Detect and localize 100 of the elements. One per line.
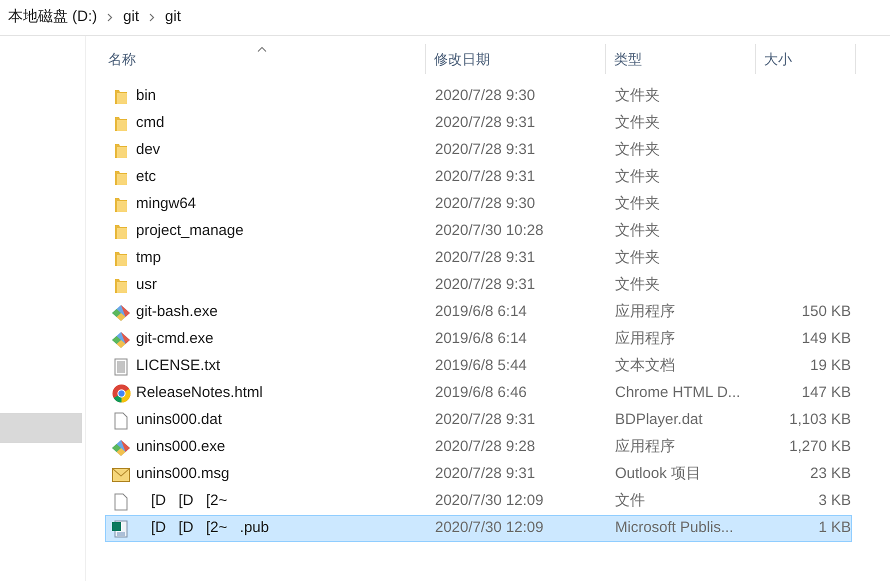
type-text: 文本文档 bbox=[615, 357, 675, 374]
file-row[interactable]: etc 2020/7/28 9:31 文件夹 bbox=[105, 164, 852, 191]
date-text: 2019/6/8 5:44 bbox=[435, 357, 527, 374]
file-name: project_manage bbox=[136, 221, 244, 242]
diamond-icon bbox=[111, 438, 131, 456]
file-row[interactable]: git-bash.exe 2019/6/8 6:14 应用程序 150 KB bbox=[105, 299, 852, 326]
size-text: 149 KB bbox=[802, 330, 851, 348]
date-text: 2019/6/8 6:14 bbox=[435, 330, 527, 348]
type-text: 文件夹 bbox=[615, 222, 660, 240]
type-text: 文件 bbox=[615, 492, 645, 510]
type-text: 应用程序 bbox=[615, 438, 675, 456]
file-name: unins000.msg bbox=[136, 464, 230, 484]
date-text: 2020/7/28 9:31 bbox=[435, 249, 536, 266]
sort-caret-icon bbox=[257, 46, 267, 52]
type-text: Microsoft Publis... bbox=[615, 519, 734, 536]
type-text: 文件夹 bbox=[615, 114, 660, 132]
date-text: 2020/7/28 9:31 bbox=[435, 168, 536, 186]
date-text: 2019/6/8 6:46 bbox=[435, 384, 527, 402]
file-icon bbox=[114, 412, 128, 430]
size-text: 147 KB bbox=[802, 384, 851, 402]
size-text: 3 KB bbox=[818, 492, 851, 510]
file-name: LICENSE.txt bbox=[136, 356, 220, 376]
file-name: bin bbox=[136, 86, 156, 106]
date-text: 2020/7/28 9:30 bbox=[435, 195, 536, 212]
type-text: BDPlayer.dat bbox=[615, 411, 703, 428]
file-row[interactable]: cmd 2020/7/28 9:31 文件夹 bbox=[105, 110, 852, 137]
diamond-icon bbox=[111, 304, 131, 322]
file-row[interactable]: [D [D [2~ .pub 2020/7/30 12:09 Microsoft Publis... 1 KB bbox=[105, 515, 852, 542]
type-text: Chrome HTML D... bbox=[615, 384, 740, 402]
size-text: 1,270 KB bbox=[789, 438, 851, 456]
file-row[interactable]: [D [D [2~ 2020/7/30 12:09 文件 3 KB bbox=[105, 488, 852, 515]
size-text: 1,103 KB bbox=[789, 411, 851, 428]
file-row[interactable]: bin 2020/7/28 9:30 文件夹 bbox=[105, 83, 852, 110]
file-row[interactable]: LICENSE.txt 2019/6/8 5:44 文本文档 19 KB bbox=[105, 353, 852, 380]
size-text: 23 KB bbox=[810, 465, 851, 482]
file-row[interactable]: git-cmd.exe 2019/6/8 6:14 应用程序 149 KB bbox=[105, 326, 852, 353]
date-text: 2020/7/28 9:28 bbox=[435, 438, 536, 456]
type-text: 文件夹 bbox=[615, 141, 660, 158]
folder-icon bbox=[114, 142, 128, 158]
file-row[interactable]: unins000.dat 2020/7/28 9:31 BDPlayer.dat 1,103 KB bbox=[105, 407, 852, 434]
breadcrumb-item[interactable]: git bbox=[123, 6, 140, 29]
type-text: 应用程序 bbox=[615, 330, 675, 348]
type-text: 文件夹 bbox=[615, 195, 660, 212]
size-text: 19 KB bbox=[810, 357, 851, 374]
file-name: etc bbox=[136, 167, 156, 188]
file-name: [D [D [2~ .pub bbox=[150, 518, 269, 538]
file-row[interactable]: project_manage 2020/7/30 10:28 文件夹 bbox=[105, 218, 852, 245]
date-text: 2020/7/30 12:09 bbox=[435, 492, 544, 510]
date-text: 2020/7/30 10:28 bbox=[435, 222, 544, 240]
column-header[interactable]: 修改日期 bbox=[426, 44, 606, 74]
file-row[interactable]: mingw64 2020/7/28 9:30 文件夹 bbox=[105, 191, 852, 218]
file-name: git-cmd.exe bbox=[136, 329, 214, 350]
date-text: 2020/7/28 9:31 bbox=[435, 141, 536, 158]
size-text: 1 KB bbox=[818, 519, 851, 536]
type-text: 文件夹 bbox=[615, 276, 660, 294]
breadcrumb-item[interactable]: git bbox=[165, 6, 181, 29]
file-row[interactable]: usr 2020/7/28 9:31 文件夹 bbox=[105, 272, 852, 299]
file-name: unins000.dat bbox=[136, 410, 222, 430]
envelope-icon bbox=[112, 468, 130, 482]
date-text: 2019/6/8 6:14 bbox=[435, 303, 527, 320]
file-row[interactable]: unins000.exe 2020/7/28 9:28 应用程序 1,270 KB bbox=[105, 434, 852, 461]
file-row[interactable]: tmp 2020/7/28 9:31 文件夹 bbox=[105, 245, 852, 272]
file-name: mingw64 bbox=[136, 194, 196, 214]
folder-icon bbox=[114, 278, 128, 294]
type-text: 文件夹 bbox=[615, 168, 660, 186]
file-name: cmd bbox=[136, 113, 164, 134]
column-header[interactable]: 类型 bbox=[606, 44, 756, 74]
nav-item-highlight[interactable] bbox=[0, 413, 82, 443]
file-name: dev bbox=[136, 140, 160, 160]
date-text: 2020/7/28 9:31 bbox=[435, 276, 536, 294]
file-row[interactable]: dev 2020/7/28 9:31 文件夹 bbox=[105, 137, 852, 164]
chevron-icon bbox=[149, 13, 156, 22]
type-text: 文件夹 bbox=[615, 249, 660, 266]
date-text: 2020/7/28 9:31 bbox=[435, 411, 536, 428]
chevron-icon bbox=[107, 13, 114, 22]
chrome-icon bbox=[112, 384, 130, 403]
date-text: 2020/7/28 9:30 bbox=[435, 87, 536, 104]
breadcrumb-item[interactable]: 本地磁盘 (D:) bbox=[8, 6, 98, 29]
file-row[interactable]: ReleaseNotes.html 2019/6/8 6:46 Chrome HTML D... 147 KB bbox=[105, 380, 852, 407]
file-icon bbox=[114, 492, 128, 510]
type-text: Outlook 项目 bbox=[615, 465, 701, 482]
folder-icon bbox=[114, 224, 128, 240]
date-text: 2020/7/30 12:09 bbox=[435, 519, 544, 536]
size-text: 150 KB bbox=[802, 303, 851, 320]
text-file-icon bbox=[114, 358, 128, 376]
folder-icon bbox=[114, 116, 128, 132]
column-header[interactable]: 名称 bbox=[105, 44, 426, 74]
file-name: tmp bbox=[136, 248, 162, 268]
file-row[interactable]: unins000.msg 2020/7/28 9:31 Outlook 项目 23 KB bbox=[105, 461, 852, 488]
file-name: git-bash.exe bbox=[136, 302, 218, 322]
file-name: [D [D [2~ bbox=[150, 491, 228, 512]
file-name: usr bbox=[136, 275, 157, 296]
file-name: ReleaseNotes.html bbox=[136, 383, 263, 404]
file-name: unins000.exe bbox=[136, 437, 226, 458]
folder-icon bbox=[114, 88, 128, 104]
date-text: 2020/7/28 9:31 bbox=[435, 114, 536, 132]
folder-icon bbox=[114, 196, 128, 212]
folder-icon bbox=[114, 170, 128, 186]
date-text: 2020/7/28 9:31 bbox=[435, 465, 536, 482]
column-header[interactable]: 大小 bbox=[756, 44, 856, 74]
